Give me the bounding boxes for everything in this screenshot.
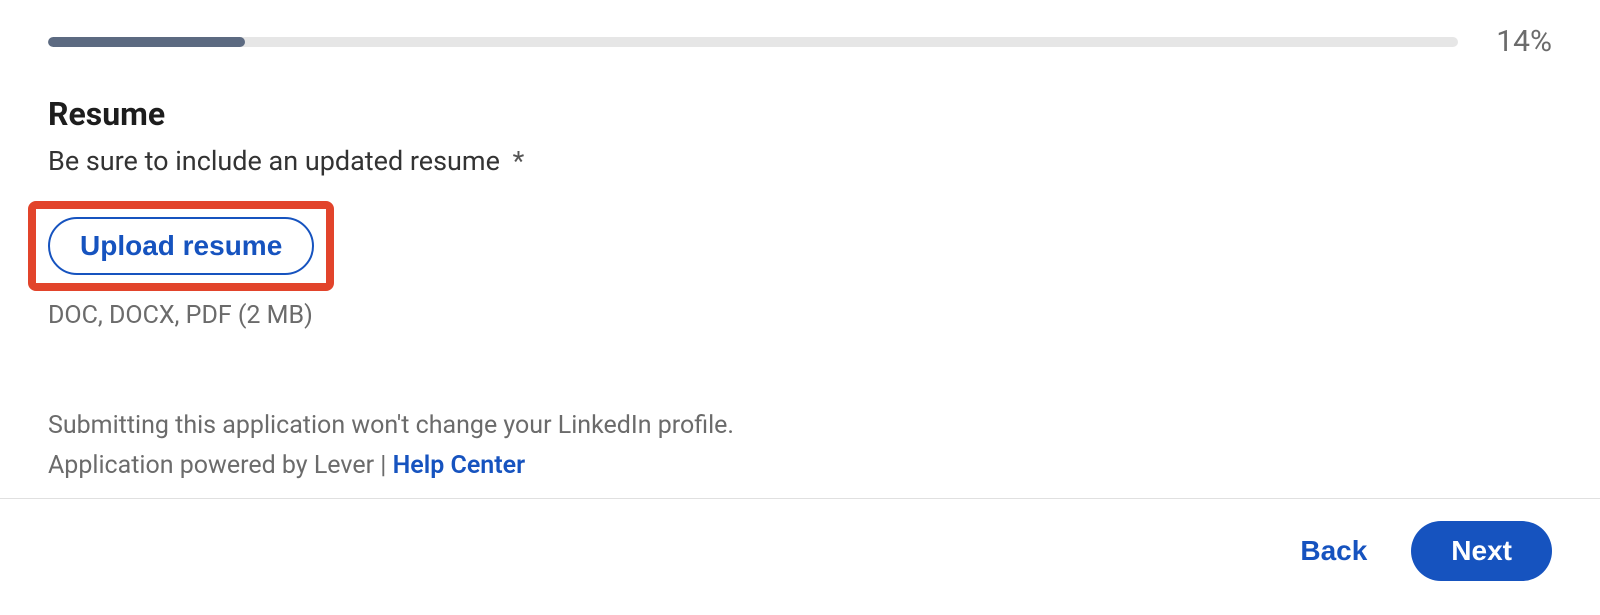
next-button[interactable]: Next: [1411, 521, 1552, 581]
progress-bar-row: 14%: [48, 24, 1552, 59]
disclaimer: Submitting this application won't change…: [48, 406, 1552, 486]
section-title: Resume: [48, 95, 1552, 133]
back-button[interactable]: Back: [1280, 523, 1387, 579]
powered-by-text: Application powered by Lever |: [48, 451, 393, 480]
footer-bar: Back Next: [0, 498, 1600, 615]
upload-resume-button[interactable]: Upload resume: [48, 217, 314, 275]
hint-text: Be sure to include an updated resume: [48, 145, 500, 177]
resume-hint: Be sure to include an updated resume *: [48, 145, 1552, 177]
disclaimer-line2: Application powered by Lever | Help Cent…: [48, 446, 1552, 486]
file-types-hint: DOC, DOCX, PDF (2 MB): [48, 301, 1552, 330]
progress-track: [48, 37, 1458, 47]
progress-percent-label: 14%: [1482, 24, 1552, 59]
help-center-link[interactable]: Help Center: [393, 451, 526, 480]
disclaimer-line1: Submitting this application won't change…: [48, 406, 1552, 446]
upload-highlight-box: Upload resume: [28, 201, 334, 291]
required-asterisk: *: [513, 145, 525, 177]
progress-fill: [48, 37, 245, 47]
